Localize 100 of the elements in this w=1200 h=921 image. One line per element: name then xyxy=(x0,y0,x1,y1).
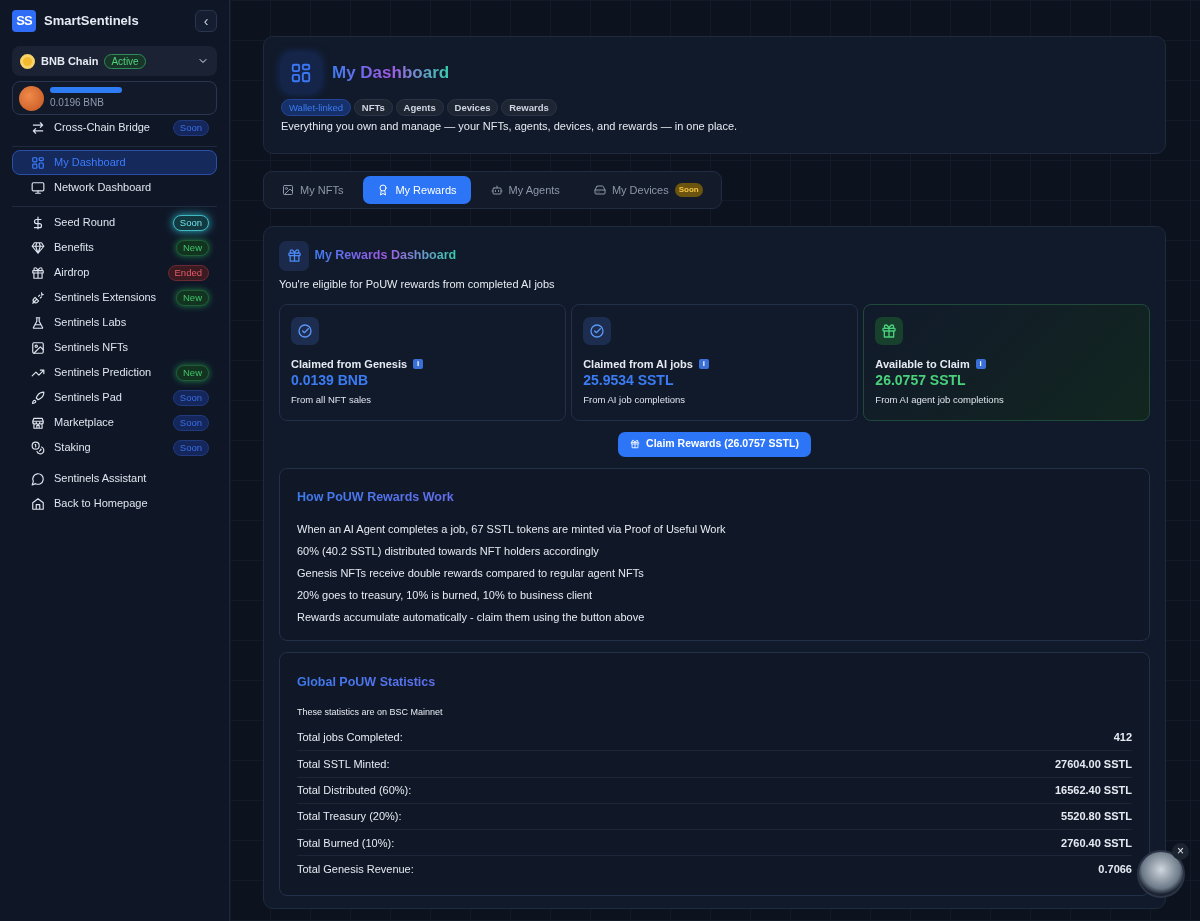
info-text: 60% (40.2 SSTL) distributed towards NFT holders accordingly xyxy=(297,544,600,560)
stat-value: 27604.00 SSTL xyxy=(1054,756,1132,772)
status-badge: New xyxy=(176,289,209,306)
stat-value: 25.9534 SSTL xyxy=(583,372,675,390)
claim-button[interactable]: Claim Rewards (26.0757 SSTL) xyxy=(618,431,811,457)
status-badge: Soon xyxy=(172,439,209,456)
stat-label: Total jobs Completed: xyxy=(297,730,403,746)
store-icon xyxy=(31,415,45,430)
info-text: Genesis NFTs receive double rewards compared to regular agent NFTs xyxy=(297,566,645,582)
dashboard-icon xyxy=(290,62,312,84)
nav-item[interactable]: Sentinels NFTs xyxy=(12,335,217,360)
tag: Wallet-linked xyxy=(281,98,352,116)
flask-icon xyxy=(31,315,45,330)
stat-label: Claimed from Genesis xyxy=(291,356,408,372)
nav-item[interactable]: Sentinels Prediction New xyxy=(12,360,217,385)
drive-icon xyxy=(593,183,606,196)
check-circle-icon xyxy=(589,322,606,339)
info-icon: i xyxy=(413,359,424,369)
status-badge: New xyxy=(176,364,209,381)
info-icon: i xyxy=(698,359,709,369)
tab[interactable]: My Devices Soon xyxy=(579,175,717,204)
dollar-icon xyxy=(31,215,45,230)
home-icon xyxy=(31,496,45,511)
stat-note: From AI agent job completions xyxy=(875,393,1005,408)
image-icon xyxy=(31,340,45,355)
diamond-icon xyxy=(31,240,45,255)
tab[interactable]: My NFTs xyxy=(268,175,358,204)
robot-icon xyxy=(490,183,503,196)
nav-item[interactable]: Sentinels Pad Soon xyxy=(12,385,217,410)
tab[interactable]: My Rewards xyxy=(363,175,471,204)
redaction-mark xyxy=(50,86,122,93)
gift-icon xyxy=(630,439,641,449)
nav-item[interactable]: Cross-Chain Bridge Soon xyxy=(12,115,217,140)
info-icon: i xyxy=(975,359,986,369)
award-icon xyxy=(377,183,390,196)
nav-item[interactable]: Airdrop Ended xyxy=(12,260,217,285)
status-badge: Active xyxy=(104,53,146,69)
info-text: Rewards accumulate automatically - claim them using the button above xyxy=(297,610,646,626)
stat-value: 16562.40 SSTL xyxy=(1054,783,1132,798)
dashboard-icon xyxy=(31,155,45,170)
stat-value: 0.0139 BNB xyxy=(291,372,370,390)
info-text: When an AI Agent completes a job, 67 SSTL tokens are minted via Proof of Useful Work xyxy=(297,522,727,538)
collapse-button[interactable]: ‹ xyxy=(195,10,217,32)
nav-item[interactable]: Benefits New xyxy=(12,235,217,260)
status-badge: New xyxy=(176,239,209,256)
stat-label: Total Burned (10%): xyxy=(297,835,395,851)
nav-item[interactable]: Sentinels Labs xyxy=(12,310,217,335)
nav-item[interactable]: Staking Soon xyxy=(12,435,217,460)
monitor-icon xyxy=(31,180,45,195)
nav-item[interactable]: Back to Homepage xyxy=(12,491,217,516)
status-badge: Soon xyxy=(674,182,703,197)
tab[interactable]: My Agents xyxy=(476,175,574,204)
stat-label: Available to Claim xyxy=(875,356,970,372)
brand-name: SmartSentinels xyxy=(44,12,140,31)
status-badge: Soon xyxy=(172,214,209,231)
rocket-icon xyxy=(31,390,45,405)
stat-label: Total Distributed (60%): xyxy=(297,783,412,798)
stat-label: Total SSTL Minted: xyxy=(297,756,390,772)
check-circle-icon xyxy=(297,322,313,339)
nav-item[interactable]: Seed Round Soon xyxy=(12,210,217,235)
tag: Rewards xyxy=(501,98,557,116)
statistics-note: These statistics are on BSC Mainnet xyxy=(297,706,444,719)
nav-item[interactable]: Marketplace Soon xyxy=(12,410,217,435)
status-badge: Ended xyxy=(167,264,209,281)
wallet-balance: 0.0196 BNB xyxy=(50,95,105,110)
stat-note: From all NFT sales xyxy=(291,393,373,408)
nav-item[interactable]: My Dashboard xyxy=(12,150,217,175)
nav-item[interactable]: Sentinels Assistant xyxy=(12,466,217,491)
image-icon xyxy=(282,183,294,196)
chat-icon xyxy=(31,471,45,486)
stat-label: Total Genesis Revenue: xyxy=(297,862,414,878)
tag: Devices xyxy=(446,98,499,116)
plug-icon xyxy=(31,290,45,305)
nav-item[interactable]: Network Dashboard xyxy=(12,175,217,200)
status-badge: Soon xyxy=(172,414,209,431)
stat-label: Claimed from AI jobs xyxy=(583,356,693,372)
avatar xyxy=(19,85,44,111)
gift-icon xyxy=(286,248,302,264)
gift-icon xyxy=(31,265,45,280)
tag: NFTs xyxy=(353,98,393,116)
stat-value: 412 xyxy=(1113,730,1132,746)
info-text: 20% goes to treasury, 10% is burned, 10% to business client xyxy=(297,588,594,604)
nav-item[interactable]: Sentinels Extensions New xyxy=(12,285,217,310)
chain-name: BNB Chain xyxy=(41,53,99,69)
stat-value: 0.7066 xyxy=(1098,862,1132,878)
coin-icon xyxy=(20,53,35,69)
coins-icon xyxy=(31,440,45,455)
status-badge: Soon xyxy=(172,389,209,406)
section-subtitle: You're eligible for PoUW rewards from completed AI jobs xyxy=(279,277,556,293)
stat-note: From AI job completions xyxy=(583,393,687,408)
stat-value: 26.0757 SSTL xyxy=(875,372,967,390)
page-description: Everything you own and manage — your NFTs, agents, devices, and rewards — in one place. xyxy=(281,119,739,135)
logo: SS xyxy=(12,10,36,32)
gift-icon xyxy=(881,322,898,339)
stat-label: Total Treasury (20%): xyxy=(297,809,402,825)
swap-icon xyxy=(31,120,45,135)
stat-value: 2760.40 SSTL xyxy=(1061,835,1132,851)
chain-selector[interactable]: BNB Chain Active xyxy=(12,46,217,76)
status-badge: Soon xyxy=(172,119,209,136)
stat-value: 5520.80 SSTL xyxy=(1061,809,1132,825)
